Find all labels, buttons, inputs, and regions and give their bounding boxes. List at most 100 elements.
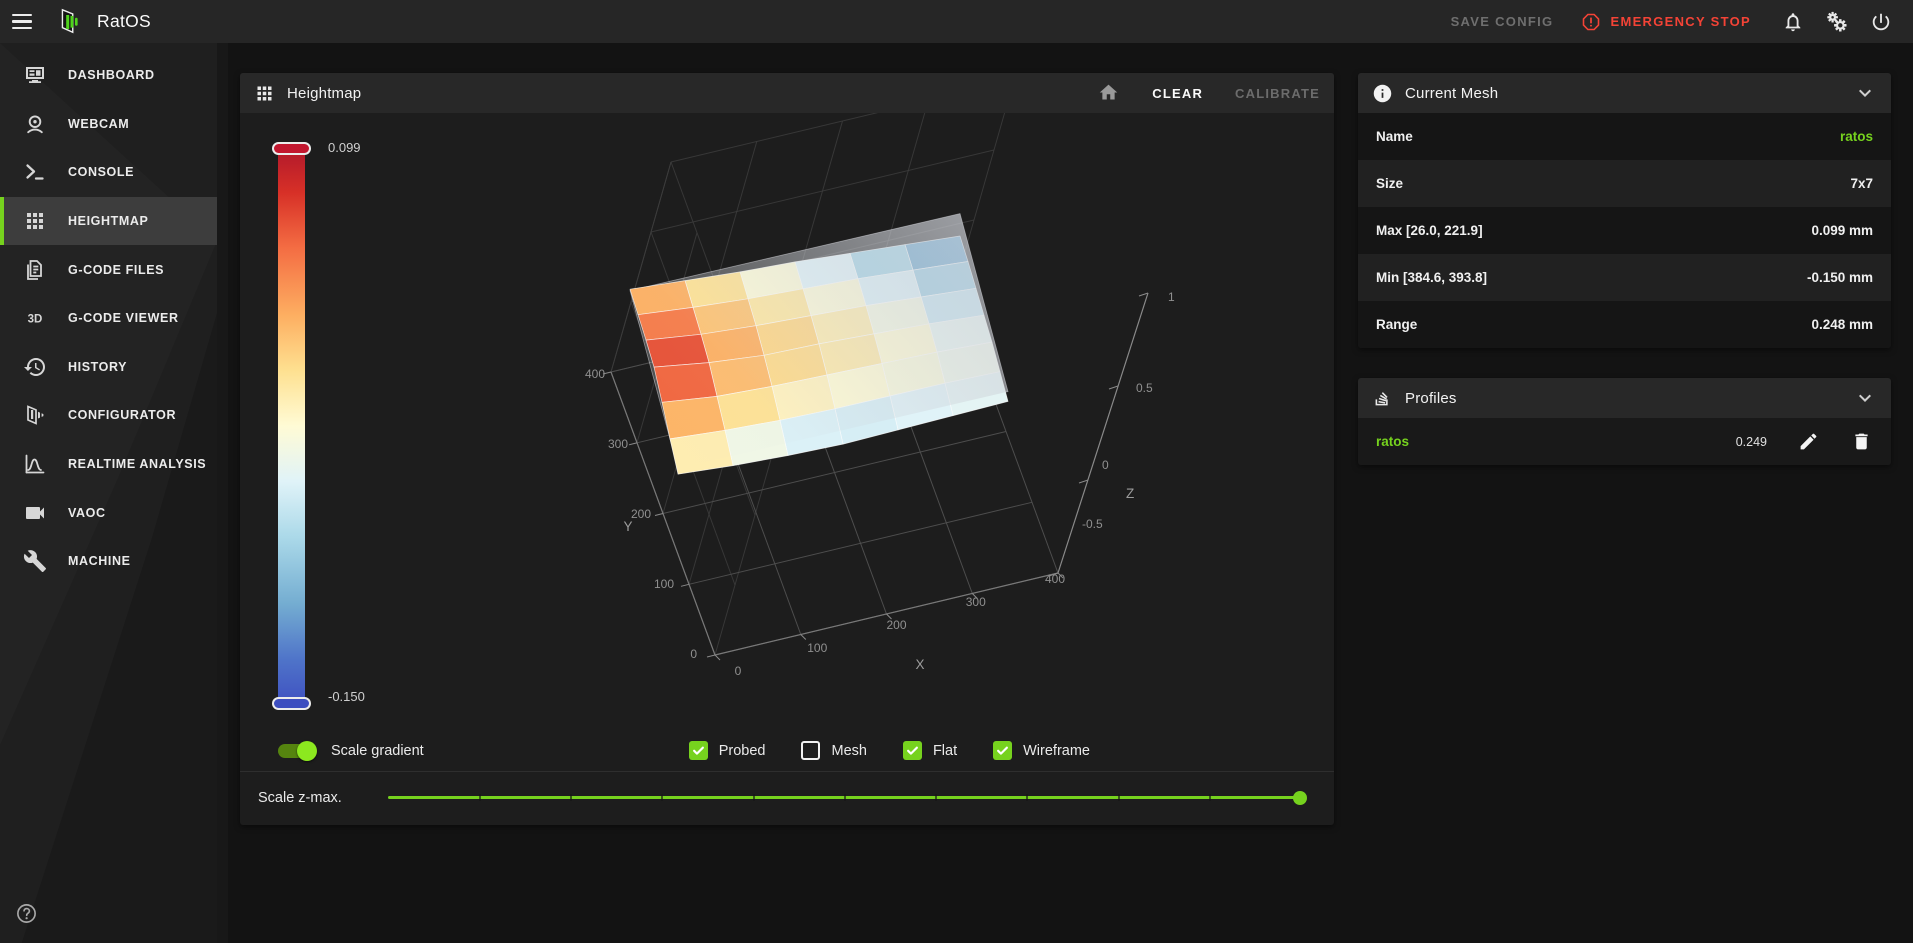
checkbox-checked-icon [993,741,1013,760]
edit-profile-button[interactable] [1798,431,1820,453]
sidebar-item-dashboard[interactable]: DASHBOARD [0,51,217,100]
mesh-row-value: -0.150 mm [1806,270,1873,285]
calibrate-button[interactable]: CALIBRATE [1235,86,1320,101]
info-icon [1372,83,1393,104]
delete-profile-button[interactable] [1851,431,1873,453]
sidebar: DASHBOARD WEBCAM CONSOLE HEIGHTMAP G-CODE FI… [0,43,217,943]
checkbox-label: Mesh [831,742,867,759]
hamburger-menu-button[interactable] [0,0,44,43]
scale-zmax-slider[interactable] [387,790,1307,805]
svg-text:200: 200 [631,507,651,521]
colorbar-min-label: -0.150 [328,689,365,704]
trash-icon [1851,431,1872,453]
sidebar-item-history[interactable]: HISTORY [0,343,217,392]
slider-tick [1117,794,1120,801]
svg-text:X: X [915,657,924,672]
sidebar-item-label: HEIGHTMAP [68,214,149,229]
svg-text:0: 0 [735,664,742,678]
svg-text:Z: Z [1126,486,1134,501]
checkbox-label: Flat [932,742,958,759]
reset-view-button[interactable] [1098,82,1120,104]
slider-thumb[interactable] [1293,790,1307,805]
emergency-stop-button[interactable]: EMERGENCY STOP [1581,12,1751,32]
mesh-row-label: Max [26.0, 221.9] [1376,223,1483,238]
sidebar-item-label: CONFIGURATOR [68,408,177,423]
checkbox-checked-icon [902,741,922,760]
profiles-stack-icon [1372,388,1393,409]
save-config-button[interactable]: SAVE CONFIG [1451,14,1554,29]
slider-tick [479,794,482,801]
mesh-row-value: 7x7 [1850,176,1873,191]
current-mesh-table: Name ratos Size 7x7 Max [26.0, 221.9] 0.099 m… [1358,113,1891,348]
dashboard-icon [23,63,47,87]
svg-text:0: 0 [690,647,697,661]
sidebar-item-machine[interactable]: MACHINE [0,537,217,586]
slider-tick [1026,794,1029,801]
sidebar-item-label: G-CODE FILES [68,262,165,277]
collapse-current-mesh-button[interactable] [1853,81,1877,105]
alert-octagon-icon [1581,12,1601,32]
main-content: Heightmap CLEAR CALIBRATE 0 100 200 300 400 0… [217,43,1913,943]
svg-text:1: 1 [1168,290,1175,304]
clear-button[interactable]: CLEAR [1152,86,1203,101]
webcam-icon [23,112,47,136]
profile-range-value: 0.249 [1735,434,1767,449]
mesh-row-label: Size [1376,176,1404,191]
notifications-button[interactable] [1771,0,1815,43]
home-icon [1098,82,1119,104]
scale-gradient-toggle[interactable]: Scale gradient [278,740,424,761]
profiles-header: Profiles [1358,378,1891,418]
configurator-icon [23,403,47,427]
slider-tick [661,794,664,801]
sidebar-item-label: DASHBOARD [68,68,155,83]
sidebar-item-g-code-viewer[interactable]: 3D G-CODE VIEWER [0,294,217,343]
current-mesh-card: Current Mesh Name ratos Size 7x7 Max [26.0, … [1358,73,1891,348]
checkbox-probed[interactable]: Probed [688,741,765,760]
slider-tick [570,794,573,801]
profiles-card: Profiles ratos 0.249 [1358,378,1891,465]
mesh-row-label: Name [1376,129,1413,144]
checkbox-flat[interactable]: Flat [902,741,958,760]
colorbar [272,142,311,710]
sidebar-item-label: CONSOLE [68,165,135,180]
mesh-row-value: 0.248 mm [1811,317,1873,332]
sidebar-menu: DASHBOARD WEBCAM CONSOLE HEIGHTMAP G-CODE FI… [0,43,217,586]
heightmap-icon [23,209,47,233]
sidebar-item-configurator[interactable]: CONFIGURATOR [0,391,217,440]
bell-icon [1782,11,1804,33]
collapse-profiles-button[interactable] [1853,386,1877,410]
sidebar-item-g-code-files[interactable]: G-CODE FILES [0,245,217,294]
gcode-files-icon [23,258,47,282]
svg-text:300: 300 [608,437,628,451]
sidebar-item-console[interactable]: CONSOLE [0,148,217,197]
svg-text:200: 200 [886,618,906,632]
app-title: RatOS [97,11,152,31]
mesh-row-range: Range 0.248 mm [1358,301,1891,348]
mesh-row-max: Max [26.0, 221.9] 0.099 mm [1358,207,1891,254]
heightmap-3d-plot[interactable]: 0 100 200 300 400 0 100 200 300 400 -0.5 0 0.5 1 X Y Z 0… [240,113,1334,730]
history-icon [23,355,47,379]
chevron-down-icon [1853,386,1877,410]
sidebar-item-label: REALTIME ANALYSIS [68,457,207,472]
power-button[interactable] [1859,0,1903,43]
sidebar-item-realtime-analysis[interactable]: REALTIME ANALYSIS [0,440,217,489]
sidebar-item-webcam[interactable]: WEBCAM [0,100,217,149]
mesh-row-value: ratos [1839,129,1873,144]
slider-tick [935,794,938,801]
heightmap-controls: Scale gradient Probed Mesh Flat Wireframe [240,730,1334,771]
checkbox-mesh[interactable]: Mesh [801,741,867,760]
sidebar-item-vaoc[interactable]: VAOC [0,488,217,537]
ratos-logo[interactable] [54,7,84,37]
slider-tick [843,794,846,801]
sidebar-item-label: HISTORY [68,359,128,374]
colorbar-max-label: 0.099 [328,140,361,155]
sidebar-item-label: VAOC [68,505,106,520]
settings-button[interactable] [1815,0,1859,43]
power-icon [1870,11,1892,33]
mesh-row-value: 0.099 mm [1811,223,1873,238]
checkbox-wireframe[interactable]: Wireframe [993,741,1090,760]
sidebar-item-heightmap[interactable]: HEIGHTMAP [0,196,217,246]
help-button[interactable] [10,899,42,931]
svg-text:100: 100 [654,577,674,591]
colorbar-max-cap [272,142,311,155]
